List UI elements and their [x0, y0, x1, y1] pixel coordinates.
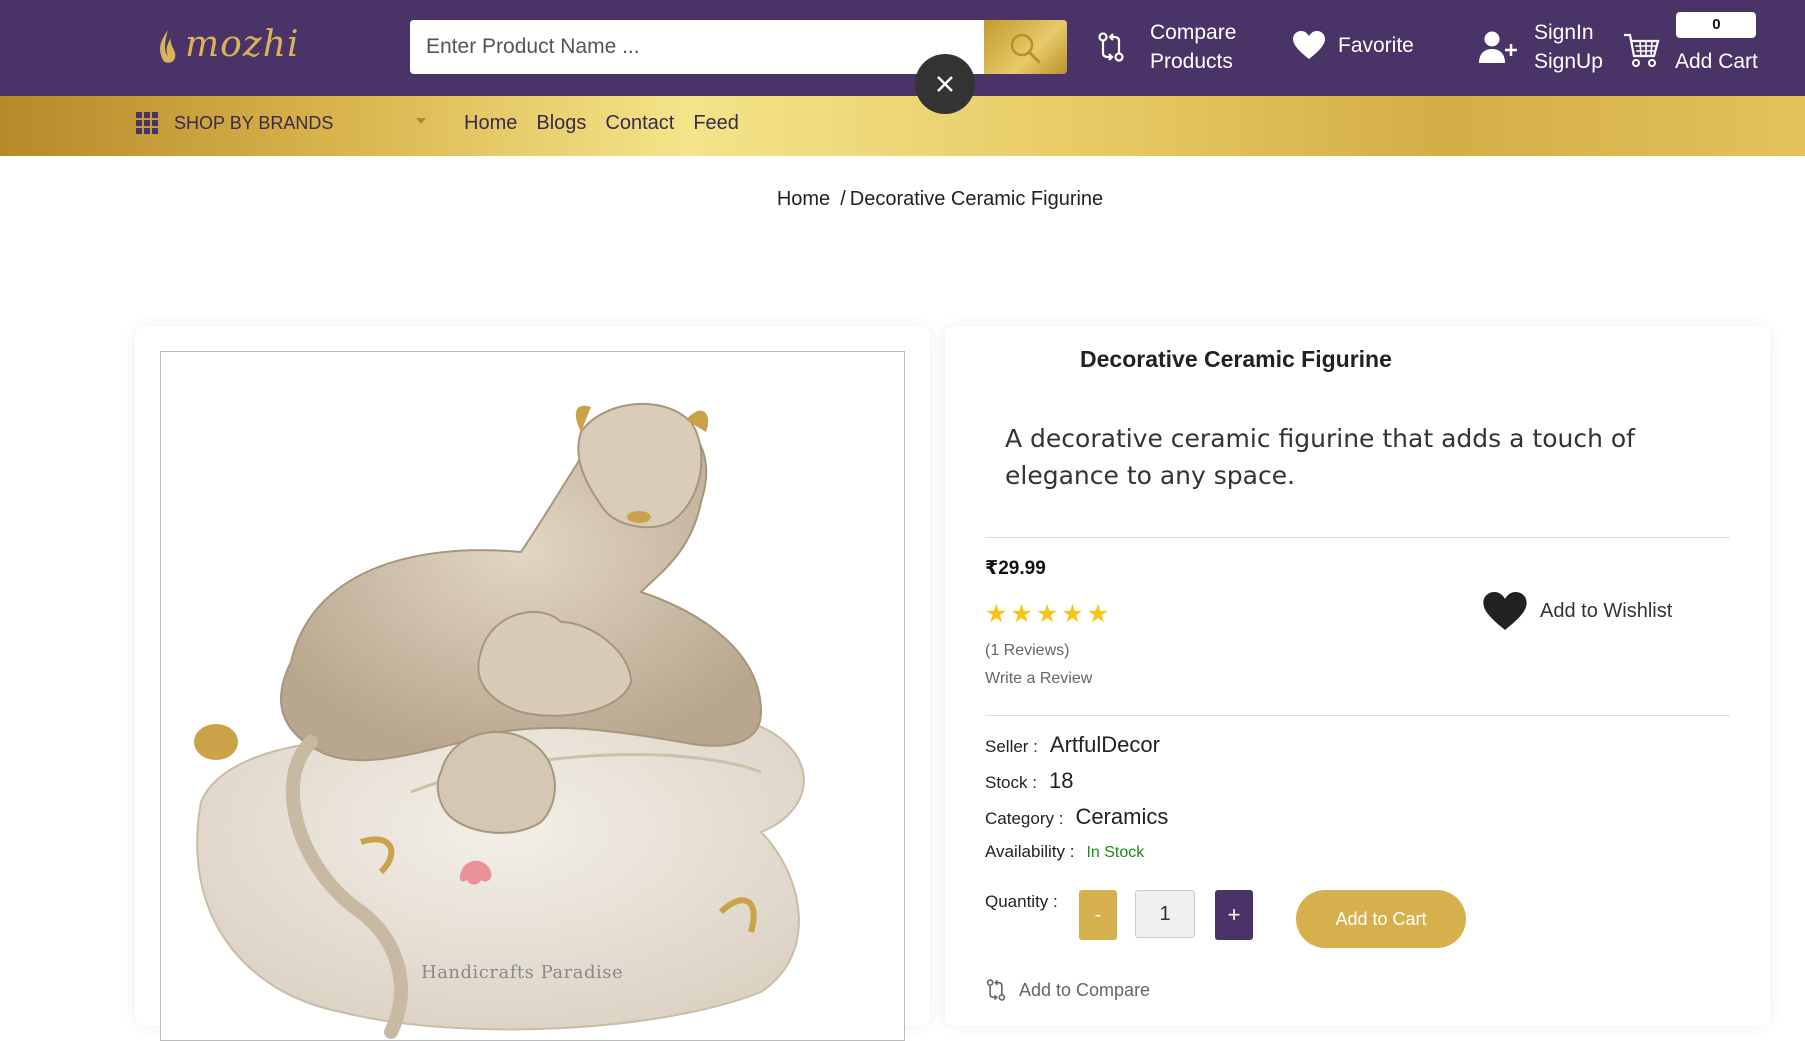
- quantity-decrement-button[interactable]: -: [1079, 890, 1117, 940]
- top-header: mozhi Compare Products: [0, 0, 1805, 114]
- star-icon: ★: [1010, 600, 1033, 628]
- write-review-link[interactable]: Write a Review: [985, 670, 1092, 688]
- breadcrumb-home[interactable]: Home: [777, 188, 830, 210]
- nav-links: Home Blogs Contact Feed: [464, 112, 739, 135]
- nav-link-home[interactable]: Home: [464, 112, 517, 135]
- user-add-icon: [1479, 31, 1517, 63]
- product-price: ₹29.99: [985, 558, 1046, 579]
- compare-label-line1: Compare: [1150, 21, 1237, 44]
- add-to-compare-link[interactable]: Add to Compare: [985, 978, 1150, 1002]
- favorite-label: Favorite: [1338, 33, 1414, 57]
- nav-link-contact[interactable]: Contact: [605, 112, 674, 135]
- category-label: Category :: [985, 809, 1064, 828]
- product-image[interactable]: Handicrafts Paradise: [160, 351, 905, 1041]
- star-icon: ★: [1061, 600, 1084, 628]
- compare-arrows-icon: [986, 979, 1006, 1001]
- quantity-stepper: Quantity : - +: [985, 890, 1253, 940]
- star-icon: ★: [1086, 600, 1110, 628]
- product-image-card: Handicrafts Paradise: [135, 326, 930, 1041]
- stock-label: Stock :: [985, 773, 1037, 792]
- cart-icon: [1624, 33, 1660, 67]
- signin-signup-link[interactable]: SignIn SignUp: [1478, 18, 1603, 76]
- breadcrumb-current: Decorative Ceramic Figurine: [849, 188, 1104, 210]
- compare-products-link[interactable]: Compare Products: [1096, 18, 1236, 76]
- nav-link-feed[interactable]: Feed: [693, 112, 739, 135]
- wishlist-label: Add to Wishlist: [1540, 599, 1673, 622]
- quantity-increment-button[interactable]: +: [1215, 890, 1253, 940]
- add-to-cart-button[interactable]: Add to Cart: [1296, 890, 1466, 948]
- star-icon: ★: [985, 600, 1008, 628]
- stock-row: Stock : 18: [985, 768, 1073, 794]
- seller-label: Seller :: [985, 737, 1038, 756]
- search-button[interactable]: [984, 20, 1067, 74]
- favorite-link[interactable]: Favorite: [1292, 30, 1414, 60]
- seller-row: Seller : ArtfulDecor: [985, 732, 1160, 758]
- search-icon: [1010, 33, 1041, 64]
- category-row: Category : Ceramics: [985, 804, 1168, 830]
- product-info-card: Decorative Ceramic Figurine A decorative…: [945, 326, 1770, 1026]
- cart-label: Add Cart: [1675, 50, 1758, 73]
- close-icon: [937, 76, 953, 92]
- image-watermark: Handicrafts Paradise: [421, 962, 624, 983]
- seller-value: ArtfulDecor: [1049, 732, 1160, 757]
- close-button[interactable]: [915, 54, 975, 114]
- product-description: A decorative ceramic figurine that adds …: [1005, 424, 1635, 490]
- availability-row: Availability : In Stock: [985, 842, 1144, 862]
- star-rating: ★ ★ ★ ★ ★: [985, 602, 1109, 627]
- add-to-compare-label: Add to Compare: [1019, 979, 1151, 1000]
- logo-text: mozhi: [185, 24, 300, 65]
- flame-icon: [160, 30, 176, 63]
- search-input[interactable]: [410, 20, 984, 74]
- compare-label-line2: Products: [1150, 50, 1233, 73]
- cart-count-badge: 0: [1676, 12, 1757, 38]
- product-title: Decorative Ceramic Figurine: [1080, 346, 1392, 372]
- reviews-count: (1 Reviews): [985, 642, 1070, 659]
- add-to-wishlist-button[interactable]: Add to Wishlist: [1482, 590, 1672, 632]
- breadcrumb-separator: /: [840, 188, 846, 210]
- heart-icon: [1483, 592, 1527, 630]
- quantity-label: Quantity :: [985, 892, 1058, 911]
- breadcrumb: Home / Decorative Ceramic Figurine: [0, 188, 1805, 211]
- stock-value: 18: [1048, 768, 1074, 793]
- star-icon: ★: [1035, 600, 1059, 628]
- shop-by-brands-dropdown[interactable]: SHOP BY BRANDS: [136, 112, 426, 134]
- grid-icon: [136, 112, 158, 134]
- signin-label[interactable]: SignIn: [1534, 18, 1603, 47]
- quantity-input[interactable]: [1135, 890, 1195, 938]
- divider: [985, 537, 1730, 538]
- shop-by-brands-label: SHOP BY BRANDS: [174, 112, 334, 133]
- divider: [985, 715, 1730, 716]
- nav-link-blogs[interactable]: Blogs: [536, 112, 586, 135]
- heart-icon: [1293, 31, 1325, 59]
- site-logo[interactable]: mozhi: [155, 10, 298, 80]
- chevron-down-icon: [416, 118, 426, 124]
- availability-status: In Stock: [1086, 844, 1145, 861]
- cart-link[interactable]: 0 Add Cart: [1623, 12, 1758, 76]
- signup-label[interactable]: SignUp: [1534, 47, 1603, 76]
- category-value: Ceramics: [1075, 804, 1169, 829]
- compare-arrows-icon: [1098, 32, 1124, 62]
- availability-label: Availability :: [985, 842, 1075, 861]
- figurine-image: [194, 402, 805, 1039]
- main-nav-bar: SHOP BY BRANDS Home Blogs Contact Feed: [0, 96, 1805, 156]
